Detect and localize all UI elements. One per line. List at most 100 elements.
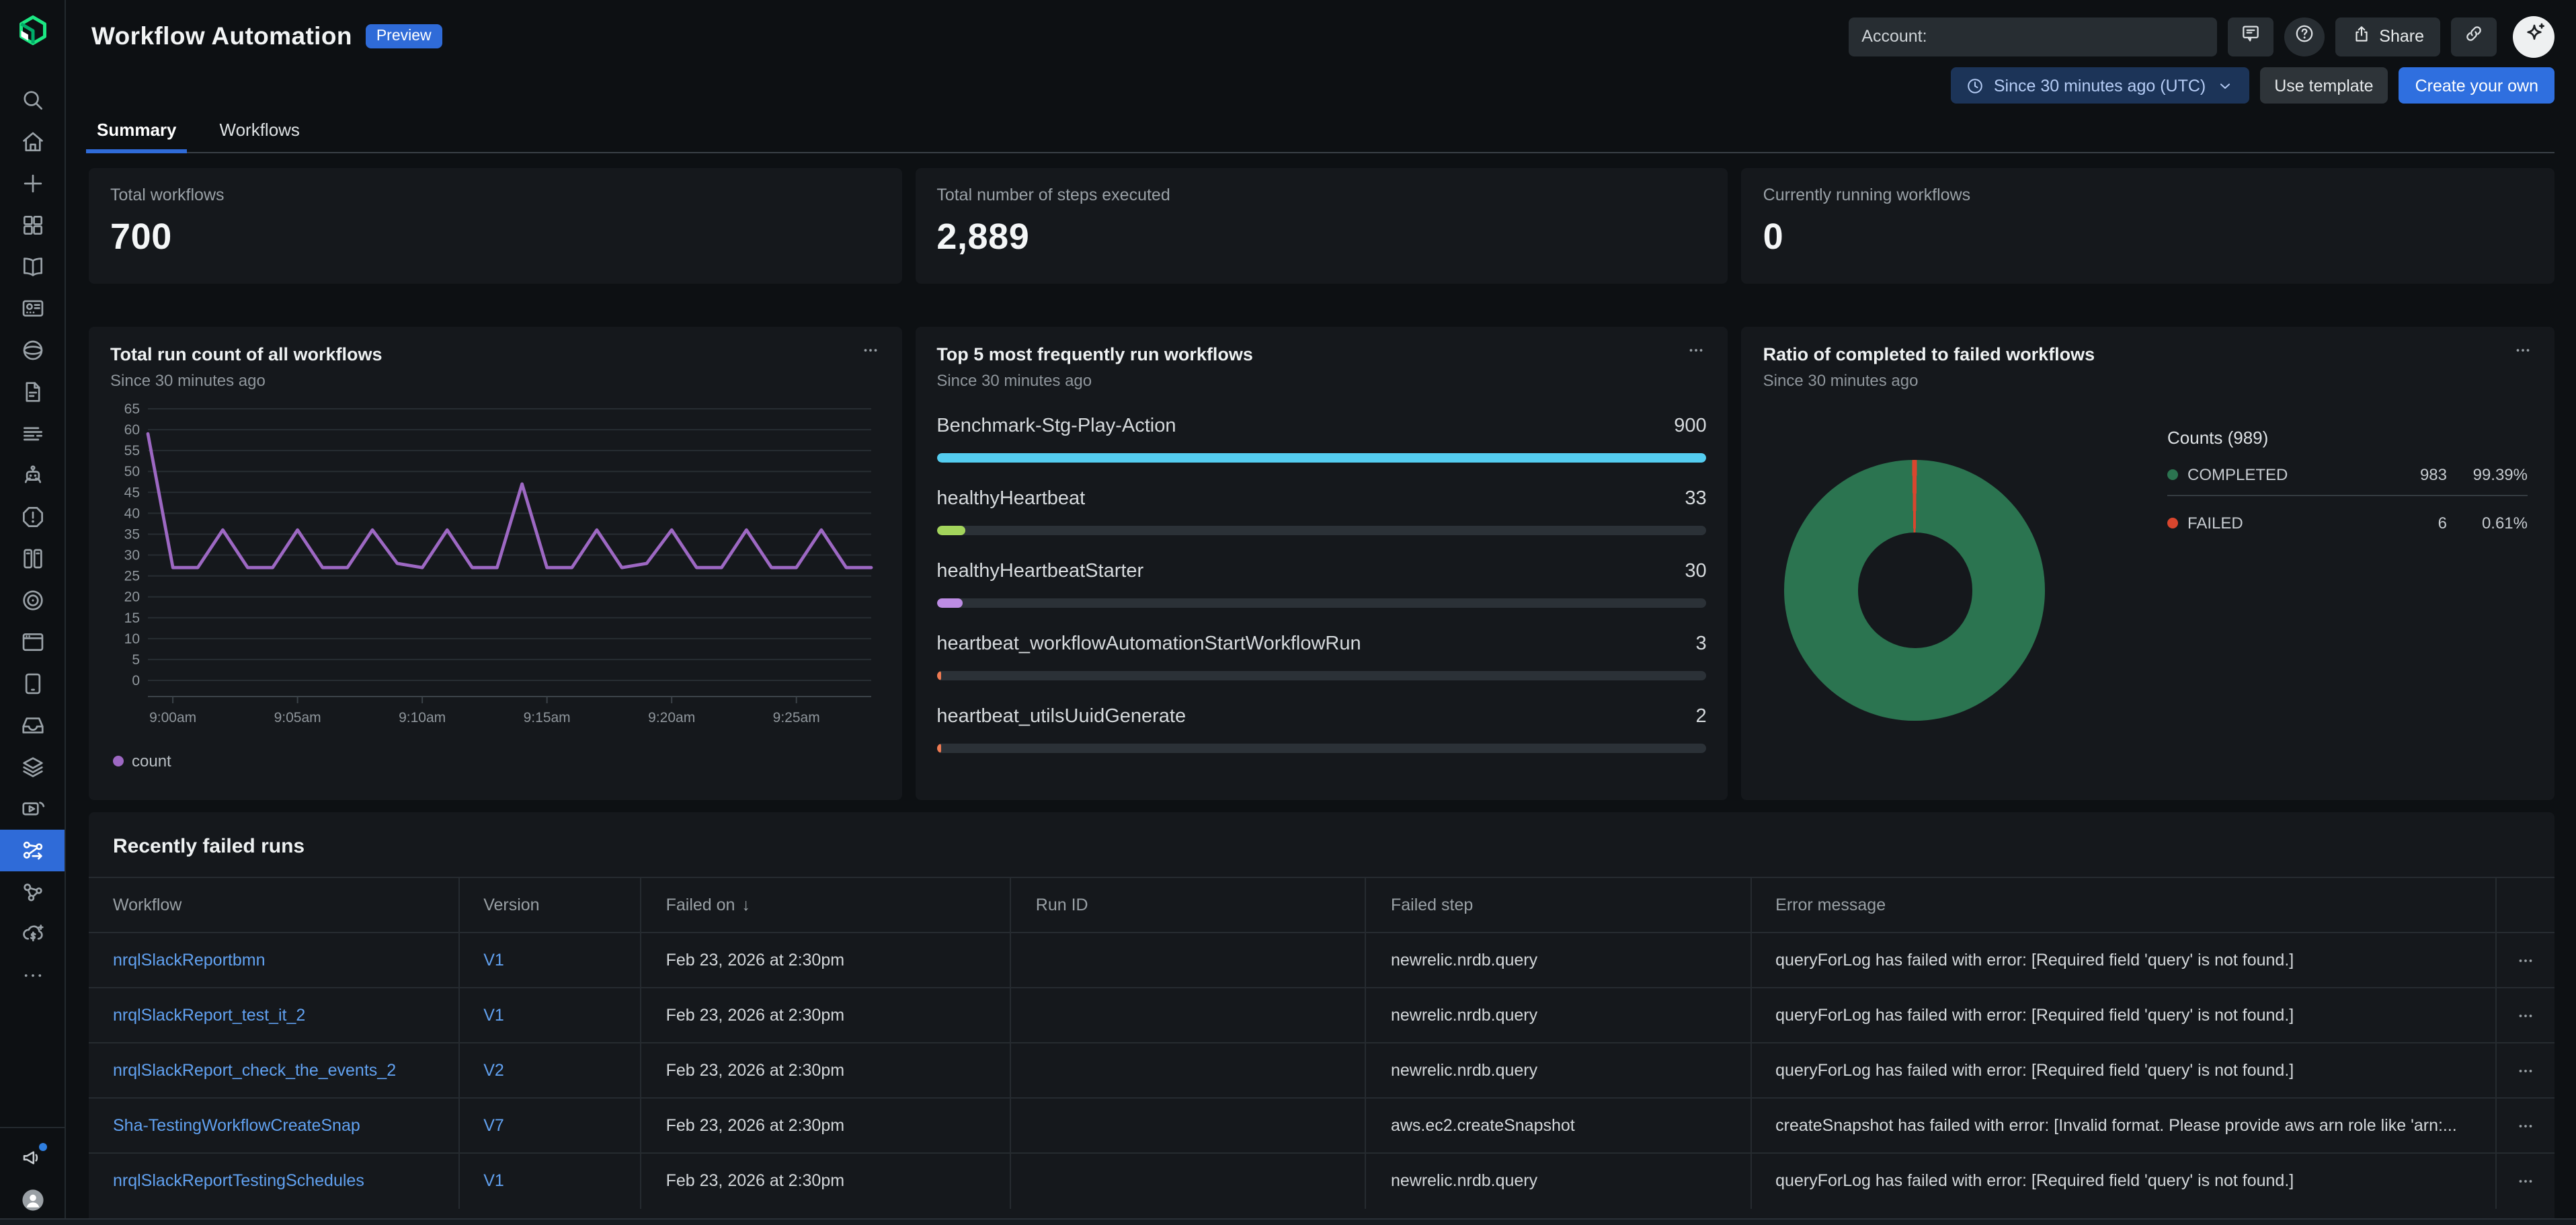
line-chart-card: Total run count of all workflows Since 3… [89, 327, 901, 800]
row-menu-button[interactable] [2495, 933, 2554, 988]
workflow-link[interactable]: nrqlSlackReport_test_it_2 [113, 1006, 305, 1025]
row-menu-button[interactable] [2495, 1043, 2554, 1098]
column-header-version[interactable]: Version [458, 877, 641, 933]
help-button[interactable] [2284, 17, 2324, 56]
svg-text:20: 20 [124, 590, 140, 605]
legend-dot [113, 756, 124, 766]
chart-menu-button[interactable] [2513, 344, 2533, 363]
sidebar-item-apps[interactable] [0, 204, 65, 246]
workflow-link[interactable]: Sha-TestingWorkflowCreateSnap [113, 1116, 360, 1135]
workflow-link[interactable]: nrqlSlackReport_check_the_events_2 [113, 1061, 396, 1080]
sidebar-item-search[interactable] [0, 79, 65, 121]
error-message-cell: queryForLog has failed with error: [Requ… [1750, 988, 2495, 1043]
column-header-error-message[interactable]: Error message [1750, 877, 2495, 933]
column-header-failed-step[interactable]: Failed step [1366, 877, 1750, 933]
preview-badge: Preview [366, 24, 442, 48]
chart-menu-button[interactable] [860, 344, 880, 363]
run-id-cell [1011, 1098, 1366, 1153]
bar-chart-card: Top 5 most frequently run workflows Sinc… [915, 327, 1728, 800]
column-header-failed-on[interactable]: Failed on↓ [641, 877, 1011, 933]
use-template-button[interactable]: Use template [2259, 67, 2388, 104]
error-message-cell: queryForLog has failed with error: [Requ… [1750, 1043, 2495, 1098]
svg-text:65: 65 [124, 401, 140, 417]
column-header-actions [2495, 877, 2554, 933]
sidebar-item-reports[interactable] [0, 371, 65, 413]
announcements-button[interactable] [0, 1140, 65, 1175]
create-your-own-button[interactable]: Create your own [2399, 67, 2554, 104]
column-header-workflow[interactable]: Workflow [89, 877, 458, 933]
bar-item: healthyHeartbeatStarter30 [936, 561, 1706, 608]
billboard-label: Currently running workflows [1763, 186, 2533, 204]
svg-text:55: 55 [124, 443, 140, 459]
header-actions: Account: Share [1848, 15, 2554, 57]
workflow-link[interactable]: nrqlSlackReportbmn [113, 951, 266, 970]
sidebar-item-entities[interactable] [0, 746, 65, 788]
bar-item: heartbeat_utilsUuidGenerate2 [936, 706, 1706, 753]
column-header-run-id[interactable]: Run ID [1011, 877, 1366, 933]
sidebar-item-ai-assistant[interactable] [0, 455, 65, 496]
donut-legend-item: COMPLETED 983 99.39% [2167, 453, 2528, 496]
sidebar-item-infrastructure[interactable] [0, 538, 65, 580]
sidebar-item-service-map[interactable] [0, 871, 65, 913]
svg-text:45: 45 [124, 485, 140, 500]
row-menu-button[interactable] [2495, 988, 2554, 1043]
sidebar-item-inbox[interactable] [0, 705, 65, 746]
sidebar-item-alerts[interactable] [0, 496, 65, 538]
svg-text:60: 60 [124, 422, 140, 438]
sidebar-item-apm[interactable] [0, 580, 65, 621]
bar-value: 900 [1674, 416, 1706, 437]
sidebar-item-browser-apps[interactable] [0, 621, 65, 663]
svg-text:10: 10 [124, 631, 140, 647]
tab-summary[interactable]: Summary [91, 120, 182, 152]
slice-percent: 99.39% [2447, 465, 2528, 483]
slice-value: 6 [2438, 513, 2447, 532]
time-picker[interactable]: Since 30 minutes ago (UTC) [1951, 67, 2249, 104]
sidebar-item-mobile[interactable] [0, 663, 65, 705]
feedback-icon [2239, 22, 2261, 50]
version-link[interactable]: V1 [483, 951, 504, 970]
sidebar-item-home[interactable] [0, 121, 65, 163]
user-avatar[interactable] [21, 1189, 44, 1212]
row-menu-button[interactable] [2495, 1098, 2554, 1153]
chart-title: Ratio of completed to failed workflows [1763, 344, 2095, 364]
bar-list: Benchmark-Stg-Play-Action900 healthyHear… [936, 416, 1706, 753]
svg-text:9:25am: 9:25am [773, 710, 820, 725]
ai-assistant-button[interactable] [2513, 15, 2554, 57]
sidebar-item-cloud-cost[interactable] [0, 913, 65, 955]
share-button[interactable]: Share [2335, 17, 2440, 56]
svg-text:9:00am: 9:00am [149, 710, 196, 725]
billboard-value: 0 [1763, 216, 2533, 258]
bar-label: healthyHeartbeatStarter [936, 561, 1143, 582]
sparkle-icon [2520, 19, 2547, 53]
line-chart: 051015202530354045505560659:00am9:05am9:… [110, 401, 879, 740]
version-link[interactable]: V7 [483, 1116, 504, 1135]
tab-workflows[interactable]: Workflows [214, 120, 305, 152]
sidebar-item-more[interactable] [0, 955, 65, 996]
run-id-cell [1011, 988, 1366, 1043]
newrelic-logo-icon[interactable] [15, 12, 50, 47]
link-icon [2463, 22, 2485, 50]
billboard-total-workflows: Total workflows 700 [89, 168, 901, 284]
copy-link-button[interactable] [2451, 17, 2497, 56]
chart-subtitle: Since 30 minutes ago [936, 371, 1253, 390]
sidebar-item-dashboards[interactable] [0, 288, 65, 329]
version-link[interactable]: V1 [483, 1006, 504, 1025]
sidebar [0, 0, 66, 1225]
feedback-button[interactable] [2227, 17, 2273, 56]
row-menu-button[interactable] [2495, 1153, 2554, 1208]
sidebar-item-browser[interactable] [0, 329, 65, 371]
version-link[interactable]: V2 [483, 1061, 504, 1080]
share-icon [2351, 24, 2371, 48]
sidebar-item-session-replay[interactable] [0, 788, 65, 830]
sidebar-item-workflow-automation[interactable] [0, 830, 65, 871]
sidebar-item-docs[interactable] [0, 246, 65, 288]
bar-label: healthyHeartbeat [936, 488, 1085, 510]
sidebar-item-logs[interactable] [0, 413, 65, 455]
version-link[interactable]: V1 [483, 1172, 504, 1191]
account-selector[interactable]: Account: [1848, 17, 2216, 56]
bar-value: 3 [1696, 633, 1707, 655]
sidebar-item-add[interactable] [0, 163, 65, 204]
donut-legend: Counts (989) COMPLETED 983 99.39% FAILED… [2167, 428, 2528, 721]
chart-menu-button[interactable] [1687, 344, 1707, 363]
workflow-link[interactable]: nrqlSlackReportTestingSchedules [113, 1172, 364, 1191]
